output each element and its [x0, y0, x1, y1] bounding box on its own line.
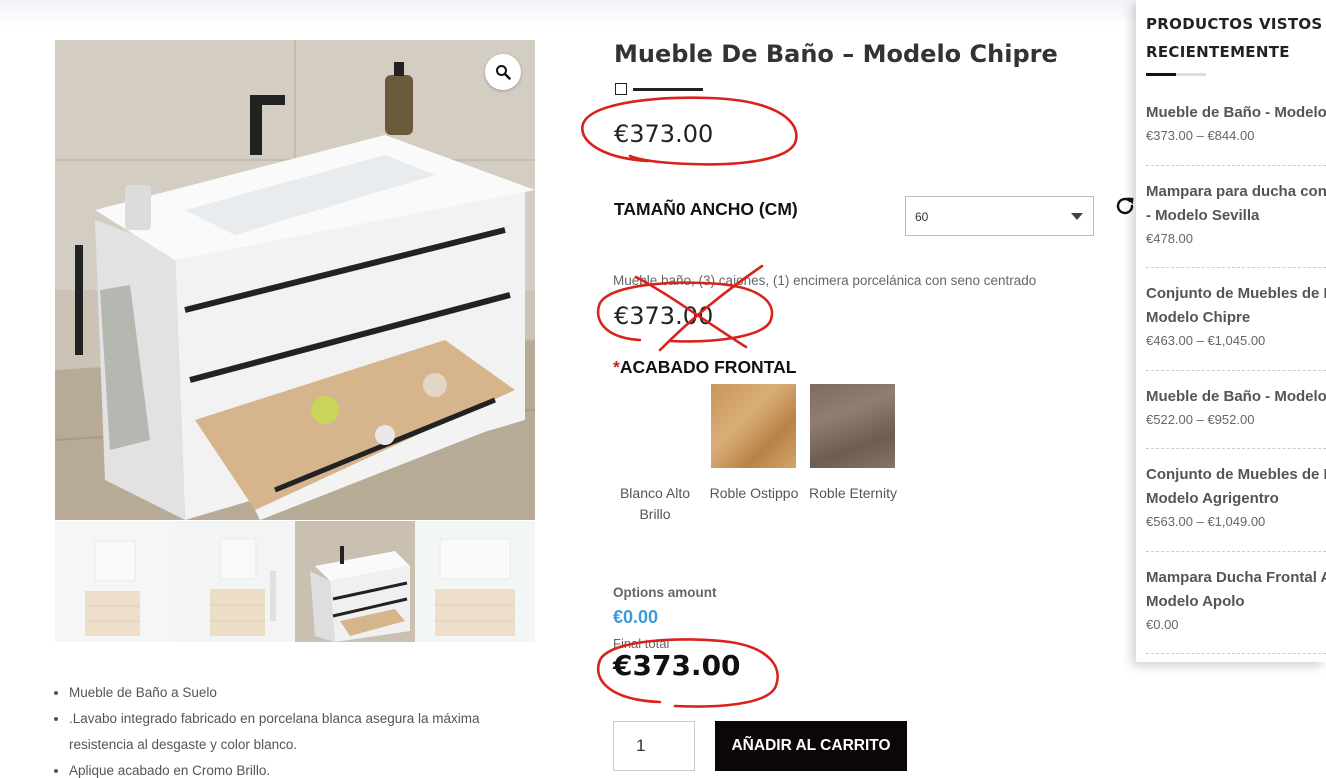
swatch-blanco-alto-brillo[interactable]: Blanco Alto Brillo — [610, 384, 700, 525]
product-price: €373.00 — [614, 120, 714, 148]
zoom-button[interactable] — [485, 54, 521, 90]
variation-description: Mueble baño, (3) cajones, (1) encimera p… — [613, 273, 1037, 288]
top-band — [0, 0, 1326, 28]
swatch-image — [810, 384, 895, 468]
recent-item-price: €0.00 — [1146, 617, 1179, 632]
feature-list: Mueble de Baño a Suelo .Lavabo integrado… — [52, 680, 522, 778]
recent-item-name: Mampara Ducha Frontal A — [1146, 569, 1326, 586]
recent-item-name: Mueble de Baño - Modelo — [1146, 104, 1326, 121]
divider — [1146, 653, 1326, 654]
product-title: Mueble De Baño – Modelo Chipre — [614, 40, 1058, 68]
recent-item-price: €478.00 — [1146, 231, 1193, 246]
divider — [1146, 165, 1326, 166]
thumbnail[interactable] — [415, 521, 535, 642]
magnifier-icon — [496, 65, 511, 80]
size-select-value: 60 — [915, 210, 929, 224]
acabado-label-text: ACABADO FRONTAL — [619, 357, 797, 377]
swatch-label: Roble Eternity — [809, 485, 897, 501]
quantity-input[interactable]: 1 — [613, 721, 695, 771]
recent-item[interactable]: Conjunto de Muebles de B Modelo Chipre €… — [1146, 282, 1326, 348]
add-to-cart-button[interactable]: AÑADIR AL CARRITO — [715, 721, 907, 771]
recent-item[interactable]: Mueble de Baño - Modelo €373.00 – €844.0… — [1146, 101, 1326, 143]
recent-item-name: Modelo Chipre — [1146, 309, 1251, 326]
divider — [1146, 267, 1326, 268]
caret-down-icon — [1071, 213, 1083, 220]
title-divider — [633, 88, 703, 91]
thumbnail-active[interactable] — [295, 521, 415, 642]
feature-item: Aplique acabado en Cromo Brillo. — [69, 758, 522, 778]
size-select[interactable]: 60 — [905, 196, 1094, 236]
thumbnail[interactable] — [175, 521, 295, 642]
title-divider — [1146, 73, 1206, 76]
recent-item-price: €522.00 – €952.00 — [1146, 412, 1255, 427]
recent-item-price: €463.00 – €1,045.00 — [1146, 333, 1266, 348]
recent-item-name: - Modelo Sevilla — [1146, 207, 1260, 224]
swatch-image — [612, 384, 697, 468]
recent-item[interactable]: Mueble de Baño - Modelo €522.00 – €952.0… — [1146, 385, 1326, 427]
recently-viewed-panel: PRODUCTOS VISTOS RECIENTEMENTE Mueble de… — [1136, 0, 1326, 662]
recent-item-name: Mampara para ducha con — [1146, 183, 1326, 200]
swatch-roble-ostippo[interactable]: Roble Ostippo — [709, 384, 799, 504]
acabado-label: *ACABADO FRONTAL — [613, 357, 796, 378]
swatch-label: Blanco Alto Brillo — [619, 485, 691, 522]
options-amount-label: Options amount — [613, 585, 717, 600]
recent-item-price: €373.00 – €844.00 — [1146, 128, 1255, 143]
swatch-label: Roble Ostippo — [709, 485, 799, 501]
recent-item-name: Conjunto de Muebles de B — [1146, 466, 1326, 483]
size-label: TAMAÑ0 ANCHO (CM) — [614, 199, 798, 219]
main-product-image[interactable] — [55, 40, 535, 520]
swatch-image — [711, 384, 796, 468]
recent-item-name: Conjunto de Muebles de B — [1146, 285, 1326, 302]
divider — [1146, 370, 1326, 371]
required-mark: * — [613, 357, 620, 377]
recent-item-name: Modelo Apolo — [1146, 593, 1245, 610]
recent-item[interactable]: Mampara Ducha Frontal A Modelo Apolo €0.… — [1146, 566, 1326, 632]
divider — [1146, 551, 1326, 552]
recent-item[interactable]: Conjunto de Muebles de B Modelo Agrigent… — [1146, 463, 1326, 529]
recently-viewed-title: PRODUCTOS VISTOS RECIENTEMENTE — [1146, 15, 1323, 61]
feature-item: Mueble de Baño a Suelo — [69, 680, 522, 706]
variation-price: €373.00 — [614, 302, 714, 330]
recent-item-price: €563.00 – €1,049.00 — [1146, 514, 1266, 529]
refresh-icon[interactable] — [1113, 194, 1137, 218]
wishlist-checkbox[interactable] — [615, 83, 627, 95]
divider — [1146, 448, 1326, 449]
swatch-roble-eternity[interactable]: Roble Eternity — [808, 384, 898, 504]
final-total-value: €373.00 — [613, 649, 741, 682]
recent-item[interactable]: Mampara para ducha con - Modelo Sevilla … — [1146, 180, 1326, 246]
recent-item-name: Mueble de Baño - Modelo — [1146, 388, 1326, 405]
feature-item: .Lavabo integrado fabricado en porcelana… — [69, 706, 522, 758]
thumbnail-strip — [55, 521, 535, 642]
recent-item-name: Modelo Agrigentro — [1146, 490, 1279, 507]
options-amount-value: €0.00 — [613, 607, 659, 627]
thumbnail[interactable] — [55, 521, 175, 642]
